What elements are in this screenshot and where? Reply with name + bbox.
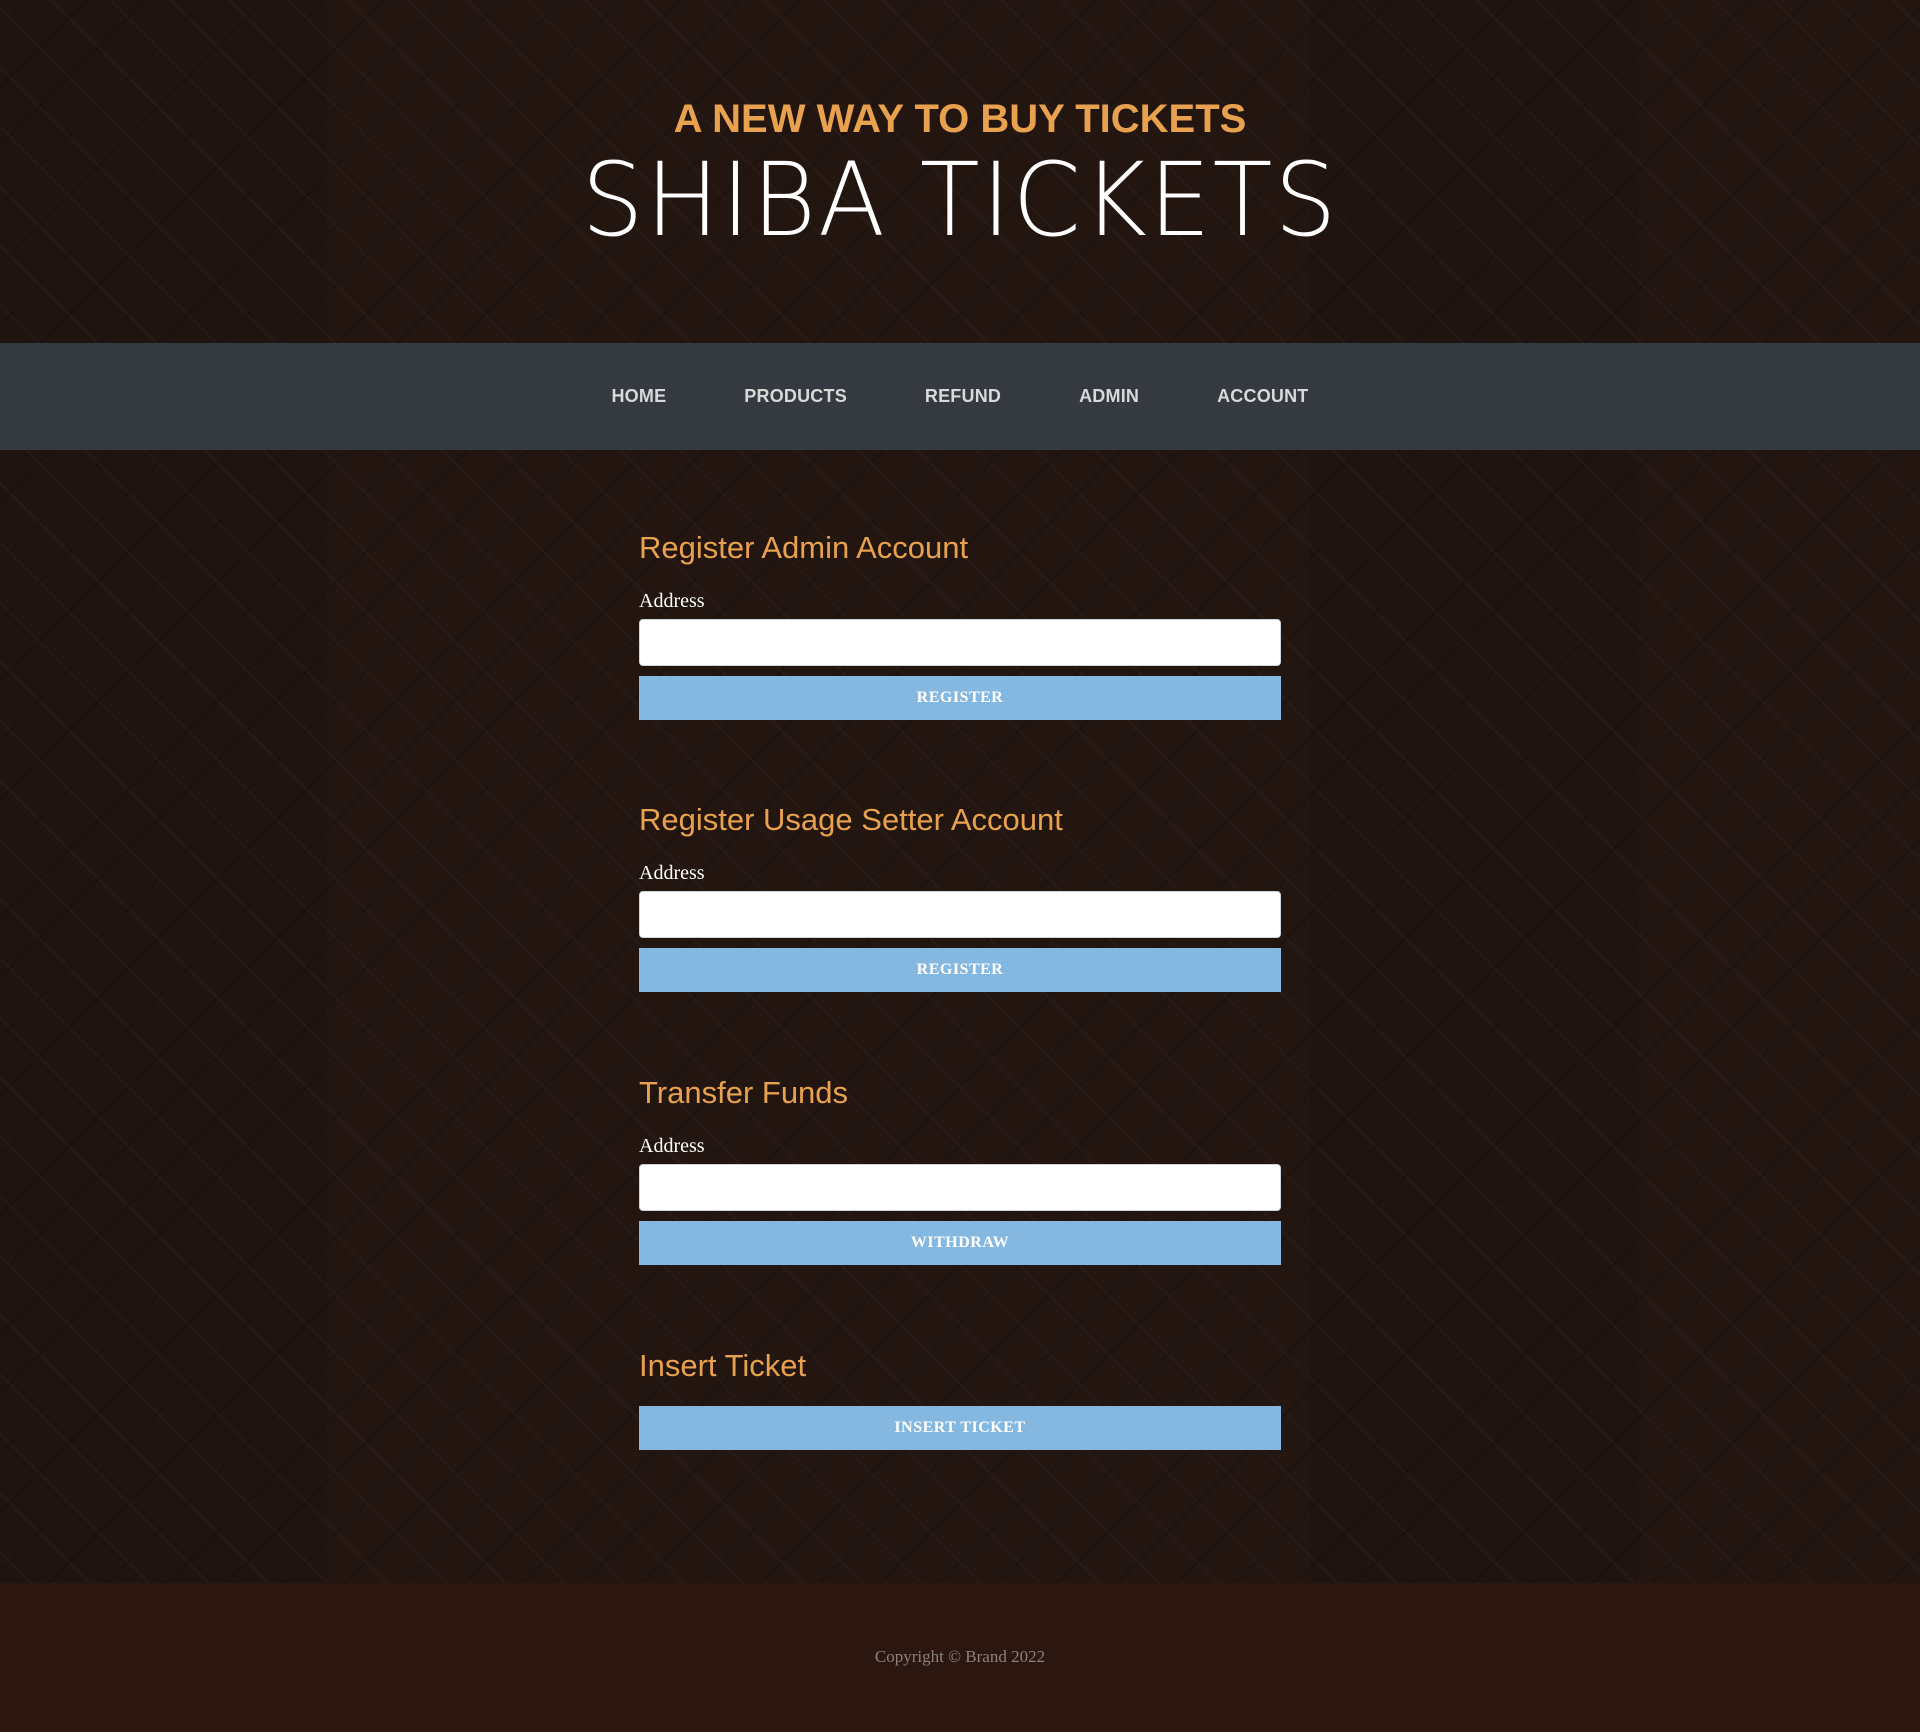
nav-item-products[interactable]: PRODUCTS xyxy=(744,386,847,407)
register-usage-setter-section: Register Usage Setter Account Address RE… xyxy=(639,802,1281,997)
footer-copyright: Copyright © Brand 2022 xyxy=(874,1647,1046,1666)
nav-item-account[interactable]: ACCOUNT xyxy=(1217,386,1308,407)
admin-content: Register Admin Account Address REGISTER … xyxy=(0,450,1920,1583)
transfer-funds-section: Transfer Funds Address WITHDRAW xyxy=(639,1075,1281,1270)
insert-ticket-section: Insert Ticket INSERT TICKET xyxy=(639,1348,1281,1458)
register-admin-section: Register Admin Account Address REGISTER xyxy=(639,530,1281,725)
insert-ticket-button[interactable]: INSERT TICKET xyxy=(639,1406,1281,1450)
transfer-funds-address-input[interactable] xyxy=(639,1164,1281,1211)
site-header: A NEW WAY TO BUY TICKETS SHIBA TICKETS xyxy=(0,0,1920,343)
nav-item-home[interactable]: HOME xyxy=(611,386,666,407)
site-tagline: A NEW WAY TO BUY TICKETS xyxy=(673,97,1247,141)
register-usage-setter-address-label: Address xyxy=(639,862,705,884)
register-admin-button[interactable]: REGISTER xyxy=(639,676,1281,720)
site-brand-title: SHIBA TICKETS xyxy=(581,141,1339,260)
nav-item-refund[interactable]: REFUND xyxy=(925,386,1001,407)
insert-ticket-title: Insert Ticket xyxy=(639,1348,807,1383)
nav-item-admin[interactable]: ADMIN xyxy=(1079,386,1139,407)
main-navbar: HOME PRODUCTS REFUND ADMIN ACCOUNT xyxy=(0,343,1920,450)
register-admin-address-input[interactable] xyxy=(639,619,1281,666)
register-usage-setter-address-input[interactable] xyxy=(639,891,1281,938)
withdraw-button[interactable]: WITHDRAW xyxy=(639,1221,1281,1265)
register-admin-title: Register Admin Account xyxy=(639,530,969,565)
register-usage-setter-button[interactable]: REGISTER xyxy=(639,948,1281,992)
transfer-funds-address-label: Address xyxy=(639,1135,705,1157)
transfer-funds-title: Transfer Funds xyxy=(639,1075,849,1110)
site-footer: Copyright © Brand 2022 xyxy=(0,1583,1920,1732)
register-admin-address-label: Address xyxy=(639,590,705,612)
register-usage-setter-title: Register Usage Setter Account xyxy=(639,802,1063,837)
